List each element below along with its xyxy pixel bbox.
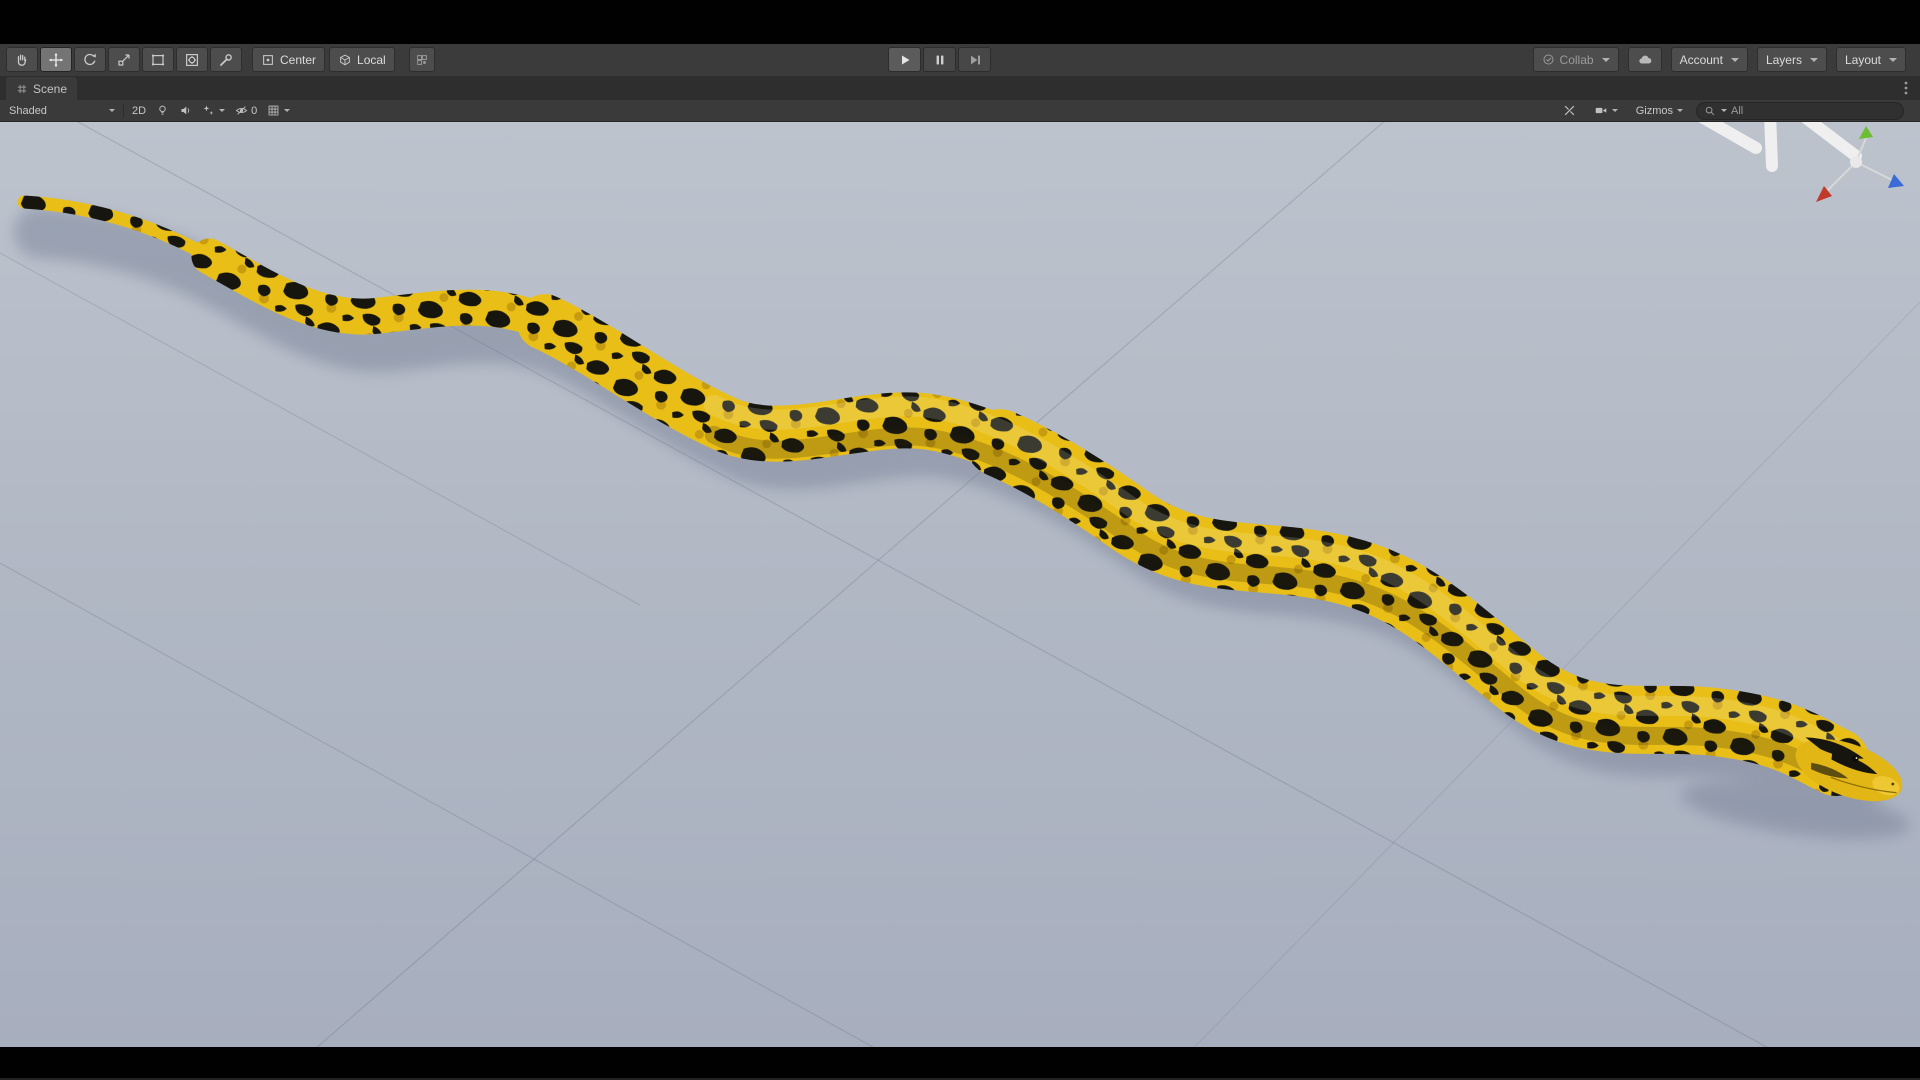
rotate-icon [84,53,96,65]
cloud-icon [1638,55,1651,64]
pause-icon [936,55,943,64]
hand-tool-button[interactable] [6,47,38,72]
transform-icon [185,53,199,66]
play-button[interactable] [888,47,921,72]
rect-tool-button[interactable] [142,47,174,72]
gizmos-caret-icon [1677,109,1683,112]
tools-icon [1564,105,1574,116]
transform-tool-button[interactable] [176,47,208,72]
step-icon [970,55,980,64]
draw-mode-caret-icon [109,109,115,112]
account-caret-icon [1730,57,1739,62]
hidden-count-label: 0 [251,104,258,117]
pivot-controls: Center Local [252,47,435,72]
pause-button[interactable] [923,47,956,72]
orientation-gizmo[interactable] [1698,122,1904,202]
2d-toggle[interactable]: 2D [127,102,151,120]
2d-toggle-label: 2D [132,104,147,117]
camera-caret-icon [1611,109,1618,112]
scene-tab[interactable]: Scene [6,77,78,100]
pivot-orientation-button[interactable]: Local [329,47,395,72]
scene-search-field[interactable]: All [1696,101,1904,120]
move-tool-button[interactable] [40,47,72,72]
scale-tool-button[interactable] [108,47,140,72]
scene-visibility-toggle[interactable]: 0 [230,102,262,120]
hand-icon [17,54,27,66]
hidden-eye-icon [235,106,248,115]
cloud-button[interactable] [1627,47,1662,72]
main-toolbar: Center Local Collab Account Layers Layou… [0,44,1920,77]
collab-dropdown[interactable]: Collab [1532,47,1619,72]
move-icon [48,52,64,67]
local-axes-icon [340,54,350,65]
grid-snap-button[interactable] [408,47,435,72]
layout-caret-icon [1889,57,1897,62]
rotate-tool-button[interactable] [74,47,106,72]
lighting-bulb-icon [159,105,166,115]
scale-icon [118,53,130,66]
view-tab-bar: Scene [0,76,1920,101]
search-filter-caret-icon [1721,109,1727,112]
pivot-mode-label: Center [280,52,317,67]
playback-controls [888,47,991,72]
layout-dropdown[interactable]: Layout [1835,47,1906,72]
z-axis-cone[interactable] [1888,174,1904,188]
scene-canvas[interactable] [0,122,1920,1047]
draw-mode-dropdown[interactable]: Shaded [4,102,120,120]
collab-label: Collab [1559,52,1594,67]
scene-tab-icon [17,84,27,93]
effects-sparkle-icon [203,105,214,115]
gizmo-center-cube[interactable] [1850,156,1862,168]
pivot-orientation-label: Local [357,52,386,67]
audio-toggle[interactable] [174,102,197,120]
tab-options-menu[interactable] [1898,80,1914,96]
scene-tools-button[interactable] [1558,102,1581,120]
collab-caret-icon [1601,57,1610,62]
audio-speaker-icon [181,106,190,115]
gizmos-label: Gizmos [1635,104,1673,117]
toolbar-right-controls: Collab Account Layers Layout [1532,47,1906,72]
lighting-toggle[interactable] [151,102,174,120]
gizmo-highlight-arms [1698,122,1862,172]
grid-caret-icon [284,109,291,112]
gizmos-dropdown[interactable]: Gizmos [1631,102,1688,120]
grid-snap-icon [416,54,427,65]
camera-icon [1595,107,1606,114]
y-axis-cone[interactable] [1859,126,1873,139]
collab-check-icon [1543,54,1554,65]
kebab-menu-icon [1904,81,1908,95]
play-icon [901,55,909,64]
search-filter-label: All [1731,104,1744,117]
layers-label: Layers [1765,52,1802,67]
effects-dropdown[interactable] [197,102,230,120]
effects-caret-icon [219,109,226,112]
toolbar-separator [123,103,124,118]
scene-toolbar-right: Gizmos All [1558,101,1904,120]
pivot-center-icon [263,54,273,65]
grid-icon [268,105,279,116]
scene-viewport[interactable] [0,122,1920,1047]
layers-caret-icon [1809,57,1818,62]
scene-camera-dropdown[interactable] [1589,102,1623,120]
window-letterbox-bottom [0,1047,1920,1080]
scene-view-toolbar: Shaded 2D 0 Gizmos All [0,100,1920,122]
scene-tab-label: Scene [33,81,68,96]
layers-dropdown[interactable]: Layers [1756,47,1827,72]
ground-grid [0,122,1920,1047]
transform-tools [6,47,242,72]
draw-mode-label: Shaded [9,104,47,117]
account-label: Account [1679,52,1723,67]
search-icon [1705,106,1715,115]
pivot-mode-button[interactable]: Center [252,47,326,72]
rect-icon [151,54,165,65]
snake-model[interactable] [0,168,1910,814]
account-dropdown[interactable]: Account [1670,47,1748,72]
custom-tool-icon [220,53,232,66]
custom-tool-button[interactable] [210,47,242,72]
step-button[interactable] [958,47,991,72]
grid-settings-dropdown[interactable] [262,102,295,120]
window-letterbox-top [0,0,1920,44]
layout-label: Layout [1844,52,1881,67]
